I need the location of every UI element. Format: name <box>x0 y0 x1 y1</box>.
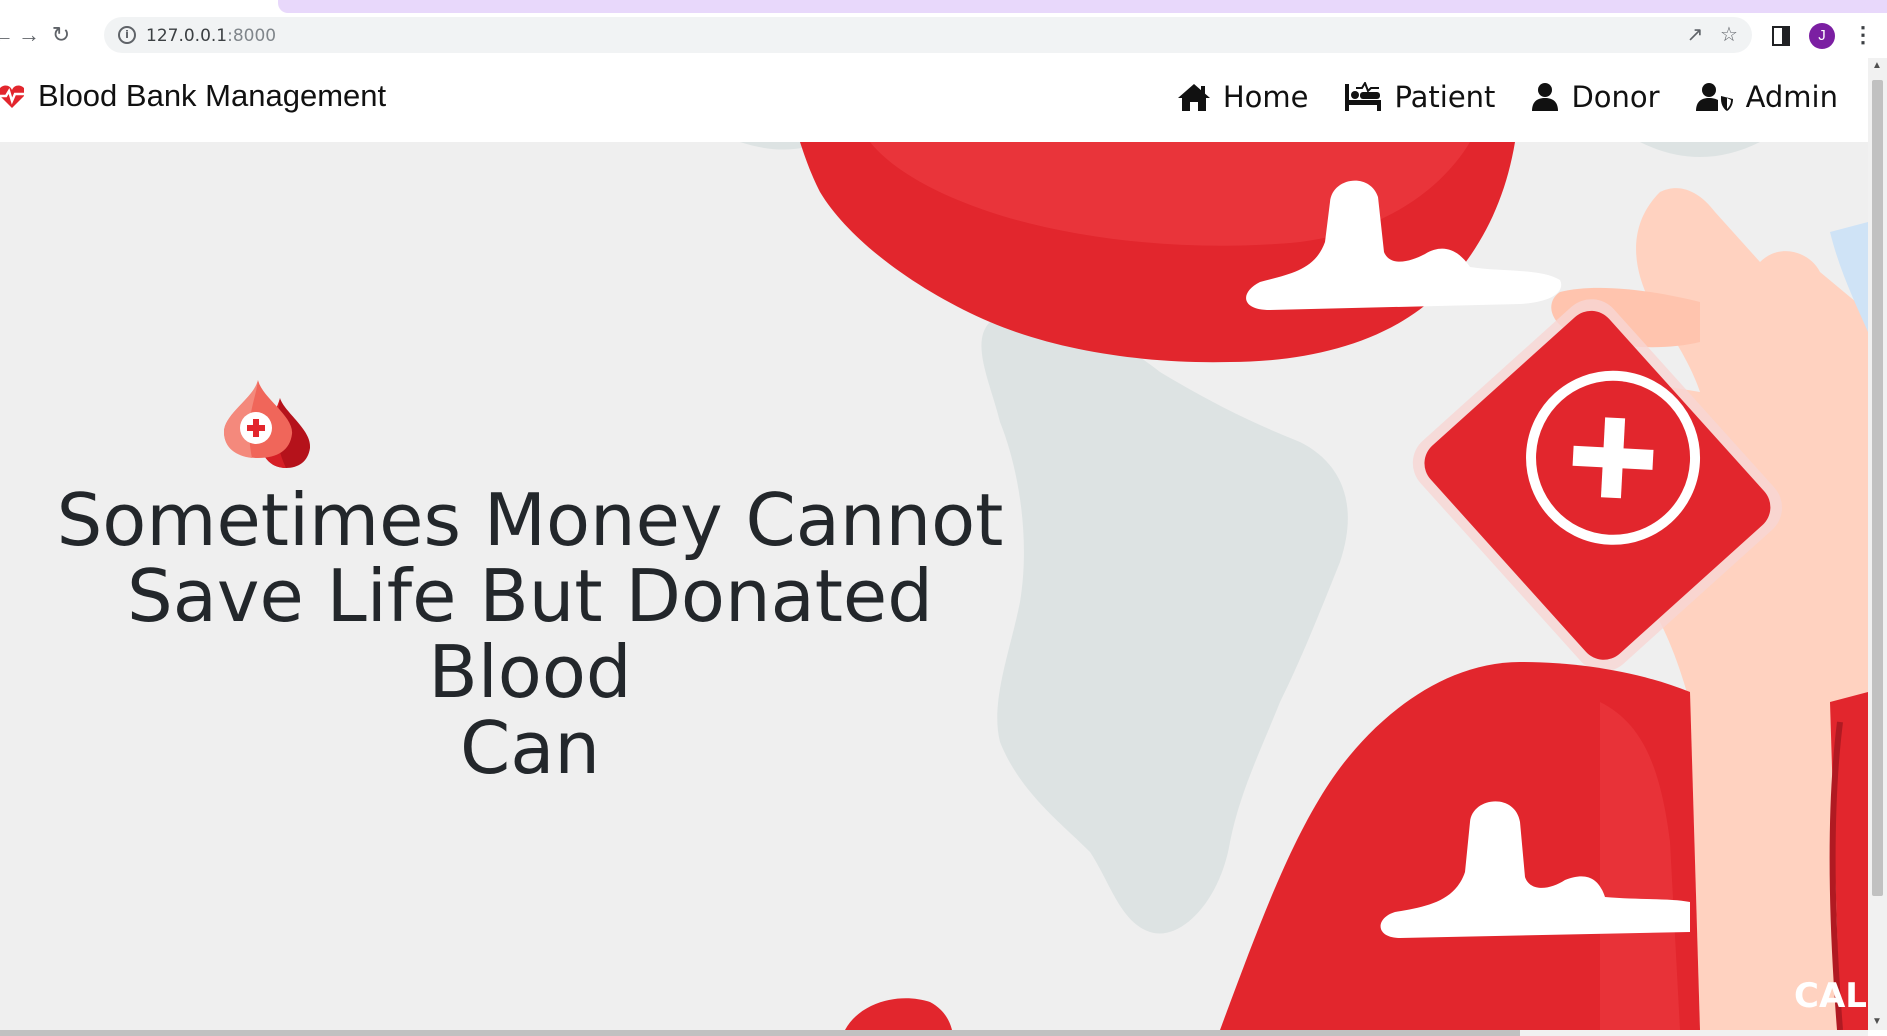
horizontal-scroll-thumb[interactable] <box>0 1030 1520 1036</box>
url-port: :8000 <box>227 26 277 46</box>
vertical-scrollbar[interactable]: ▲ ▼ <box>1868 58 1887 1030</box>
home-icon <box>1177 84 1210 111</box>
nav-patient-label: Patient <box>1394 80 1496 114</box>
nav-home[interactable]: Home <box>1177 80 1309 114</box>
nav-admin[interactable]: Admin <box>1695 80 1838 114</box>
call-button-partial[interactable]: CALL <box>1794 976 1868 1016</box>
nav-admin-label: Admin <box>1745 80 1838 114</box>
patient-bed-icon <box>1345 82 1382 111</box>
blood-drops-icon <box>224 380 311 468</box>
brand[interactable]: Blood Bank Management <box>0 78 386 114</box>
tab-strip <box>278 0 1887 13</box>
site-header: Blood Bank Management Home Patient Donor… <box>0 58 1868 142</box>
headline-line-2: Save Life But Donated Blood <box>127 554 933 714</box>
brand-title: Blood Bank Management <box>38 78 387 113</box>
main-nav: Home Patient Donor Admin <box>1141 80 1838 114</box>
nav-donor-label: Donor <box>1571 80 1660 114</box>
profile-avatar[interactable]: J <box>1809 23 1835 49</box>
address-bar[interactable]: i 127.0.0.1:8000 ↗ ☆ <box>104 17 1752 53</box>
scroll-up-arrow-icon[interactable]: ▲ <box>1872 60 1882 71</box>
more-menu-icon[interactable]: ⋮ <box>1852 20 1874 50</box>
scroll-down-arrow-icon[interactable]: ▼ <box>1872 1016 1882 1027</box>
site-info-icon[interactable]: i <box>118 26 136 44</box>
url-host: 127.0.0.1 <box>146 26 228 46</box>
headline-line-1: Sometimes Money Cannot <box>56 478 1004 562</box>
share-icon[interactable]: ↗ <box>1684 24 1706 46</box>
headline-line-3: Can <box>459 706 601 790</box>
vertical-scroll-thumb[interactable] <box>1872 80 1883 896</box>
heartbeat-icon <box>0 85 24 108</box>
user-shield-icon <box>1695 83 1733 111</box>
nav-patient[interactable]: Patient <box>1344 80 1495 114</box>
user-icon <box>1532 83 1559 111</box>
bookmark-star-icon[interactable]: ☆ <box>1718 24 1740 46</box>
hero-headline: Sometimes Money Cannot Save Life But Don… <box>40 482 1020 786</box>
side-panel-icon[interactable] <box>1772 26 1790 46</box>
nav-donor[interactable]: Donor <box>1531 80 1660 114</box>
hero-section: Sometimes Money Cannot Save Life But Don… <box>0 142 1868 1030</box>
browser-toolbar: ← → ↻ i 127.0.0.1:8000 ↗ ☆ J ⋮ <box>0 0 1887 59</box>
address-url[interactable]: 127.0.0.1:8000 <box>146 26 276 46</box>
horizontal-scrollbar[interactable] <box>0 1030 1868 1036</box>
forward-arrow-icon[interactable]: → <box>14 20 44 50</box>
reload-icon[interactable]: ↻ <box>46 20 76 50</box>
nav-home-label: Home <box>1222 80 1309 114</box>
